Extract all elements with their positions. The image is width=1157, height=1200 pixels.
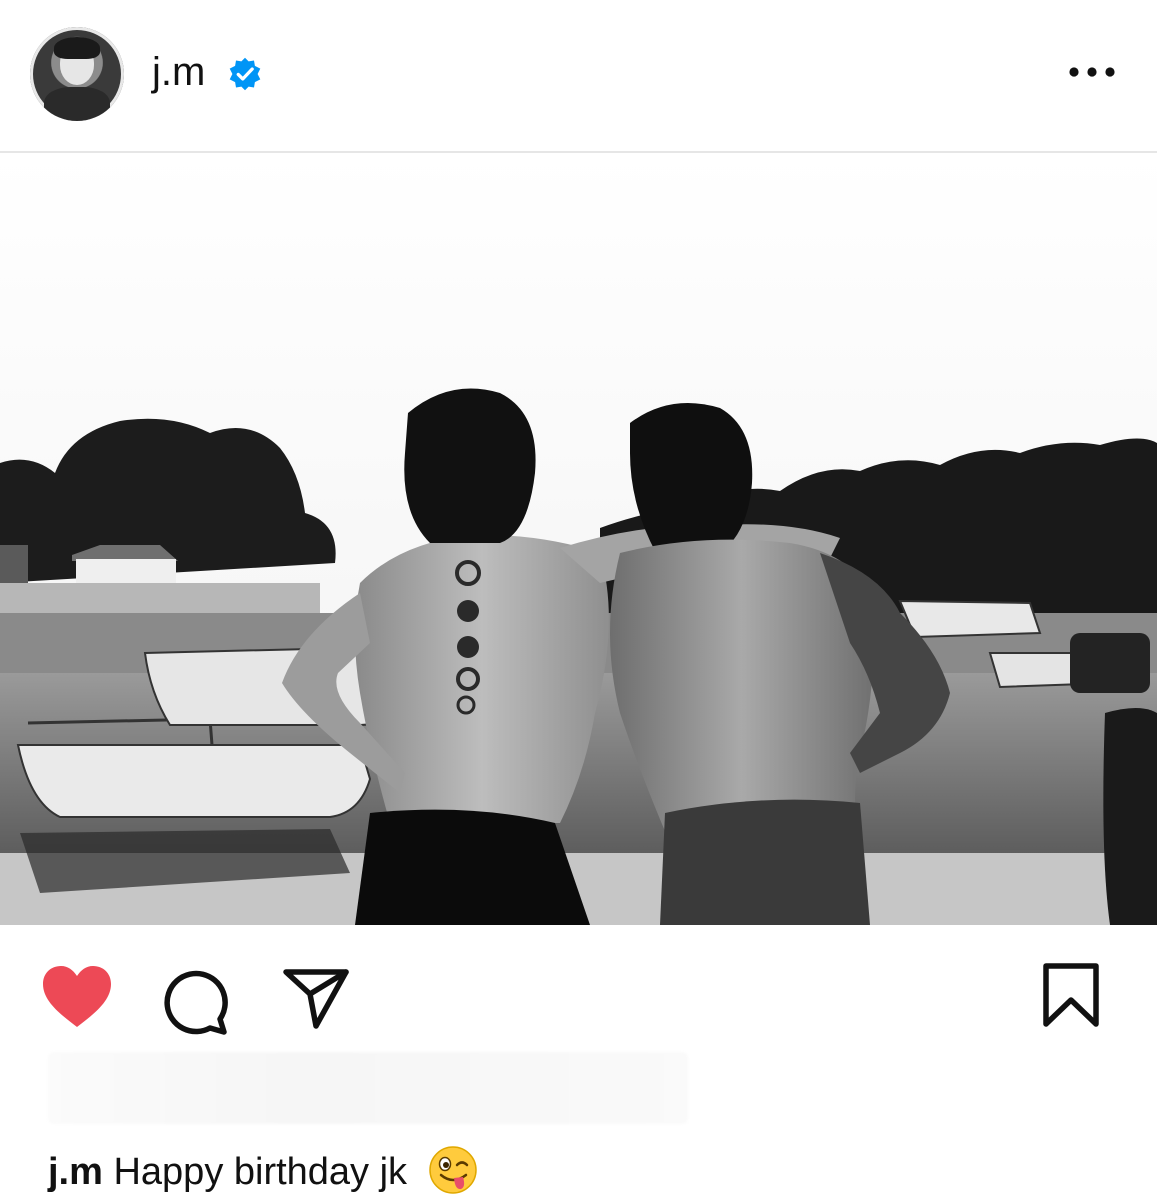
post-actions: [0, 940, 1157, 1050]
caption-text: Happy birthday jk: [113, 1151, 408, 1193]
caption-username[interactable]: j.m: [48, 1151, 103, 1193]
obscured-likes-line: [48, 1052, 688, 1124]
speech-bubble-icon[interactable]: [160, 964, 232, 1036]
post-username[interactable]: j.m: [152, 48, 205, 96]
bookmark-icon[interactable]: [1040, 962, 1102, 1028]
post-header: j.m: [0, 0, 1157, 150]
ellipsis-horizontal-icon[interactable]: [1066, 52, 1118, 92]
verified-badge-icon: [229, 57, 261, 91]
avatar-hair-shape: [54, 37, 100, 59]
heart-filled-icon[interactable]: [40, 964, 114, 1030]
winking-tongue-emoji-icon: [428, 1146, 477, 1194]
avatar-body-shape: [44, 87, 110, 121]
post-caption: j.m Happy birthday jk: [48, 1146, 478, 1199]
profile-avatar[interactable]: [30, 27, 124, 121]
paper-plane-icon[interactable]: [280, 964, 352, 1032]
photo-illustration: [0, 153, 1157, 925]
post-photo[interactable]: [0, 153, 1157, 925]
